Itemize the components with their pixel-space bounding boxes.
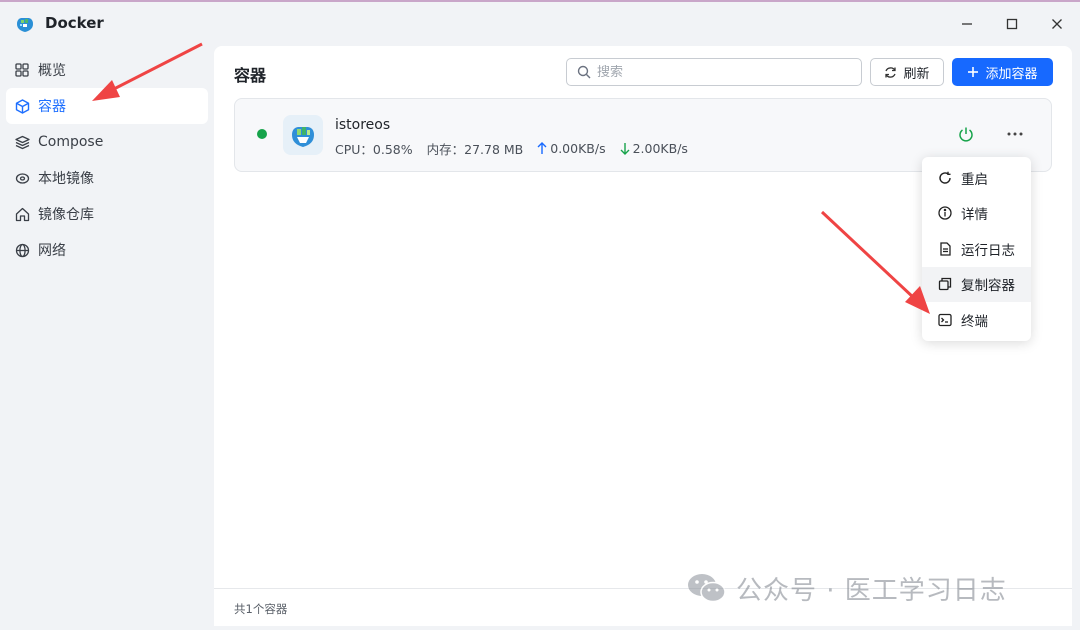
container-stats: CPU：0.58% 内存：27.78 MB 0.00KB/s 2.00KB/s [335,139,688,158]
watermark-text: 公众号 · 医工学习日志 [736,575,1007,606]
disk-icon [14,170,30,186]
container-count: 共1个容器 [234,602,288,616]
plus-icon [967,66,979,78]
sidebar-item-image-registry[interactable]: 镜像仓库 [6,196,208,232]
refresh-button[interactable]: 刷新 [870,58,944,86]
sidebar-item-containers[interactable]: 容器 [6,88,208,124]
menu-item-label: 复制容器 [961,278,1015,295]
title-bar: Docker [0,2,1080,46]
sidebar-item-local-images[interactable]: 本地镜像 [6,160,208,196]
close-button[interactable] [1045,12,1069,36]
sidebar-item-label: 网络 [38,243,66,259]
close-icon [1052,19,1062,29]
menu-item-terminal[interactable]: 终端 [922,302,1031,338]
terminal-icon [937,312,953,328]
refresh-icon [884,66,897,79]
menu-item-label: 重启 [961,171,988,188]
add-container-label: 添加容器 [985,66,1038,82]
menu-item-copy-container[interactable]: 复制容器 [922,266,1031,302]
minimize-icon [962,23,972,25]
power-icon[interactable] [957,125,975,143]
info-icon [937,205,953,221]
container-action-menu: 重启 详情 运行日志 复制容器 终端 [922,157,1031,341]
docker-window: Docker 概览 容器 Compose 本地镜像 镜像仓库 网络 容器 搜索 … [0,0,1080,630]
log-icon [937,241,953,257]
maximize-icon [1006,18,1018,30]
app-title: Docker [45,14,104,32]
menu-item-label: 运行日志 [961,242,1015,259]
running-status-dot [257,129,267,139]
sidebar-item-label: Compose [38,134,104,150]
menu-item-restart[interactable]: 重启 [922,160,1031,196]
sidebar-item-compose[interactable]: Compose [6,124,208,160]
cube-icon [14,98,30,114]
home-icon [14,206,30,222]
add-container-button[interactable]: 添加容器 [952,58,1053,86]
menu-item-label: 终端 [961,313,988,330]
menu-item-details[interactable]: 详情 [922,196,1031,232]
menu-item-label: 详情 [961,207,988,224]
istoreos-logo-icon [283,115,323,155]
layers-icon [14,134,30,150]
refresh-label: 刷新 [903,66,930,82]
sidebar: 概览 容器 Compose 本地镜像 镜像仓库 网络 [0,52,214,268]
sidebar-item-overview[interactable]: 概览 [6,52,208,88]
docker-logo-icon [17,18,33,32]
minimize-button[interactable] [955,12,979,36]
sidebar-item-label: 概览 [38,63,66,79]
download-speed: 2.00KB/s [632,141,688,156]
restart-icon [937,170,953,186]
search-icon [577,65,591,79]
maximize-button[interactable] [1000,12,1024,36]
page-title: 容器 [234,66,267,85]
sidebar-item-label: 本地镜像 [38,171,94,187]
watermark: 公众号 · 医工学习日志 [686,570,1007,606]
copy-icon [937,276,953,292]
wechat-icon [688,574,726,603]
memory-usage: 内存：27.78 MB [426,142,524,157]
cpu-usage: CPU：0.58% [335,142,413,157]
menu-item-logs[interactable]: 运行日志 [922,231,1031,267]
grid-icon [14,62,30,78]
container-name[interactable]: istoreos [335,117,390,133]
globe-icon [14,242,30,258]
upload-speed: 0.00KB/s [550,141,606,156]
sidebar-item-network[interactable]: 网络 [6,232,208,268]
more-options-icon[interactable] [1005,125,1025,143]
sidebar-item-label: 容器 [38,99,66,115]
search-box[interactable] [566,58,862,86]
download-arrow-icon [620,142,630,155]
search-input[interactable] [597,64,837,80]
upload-arrow-icon [537,142,547,155]
sidebar-item-label: 镜像仓库 [38,207,94,223]
